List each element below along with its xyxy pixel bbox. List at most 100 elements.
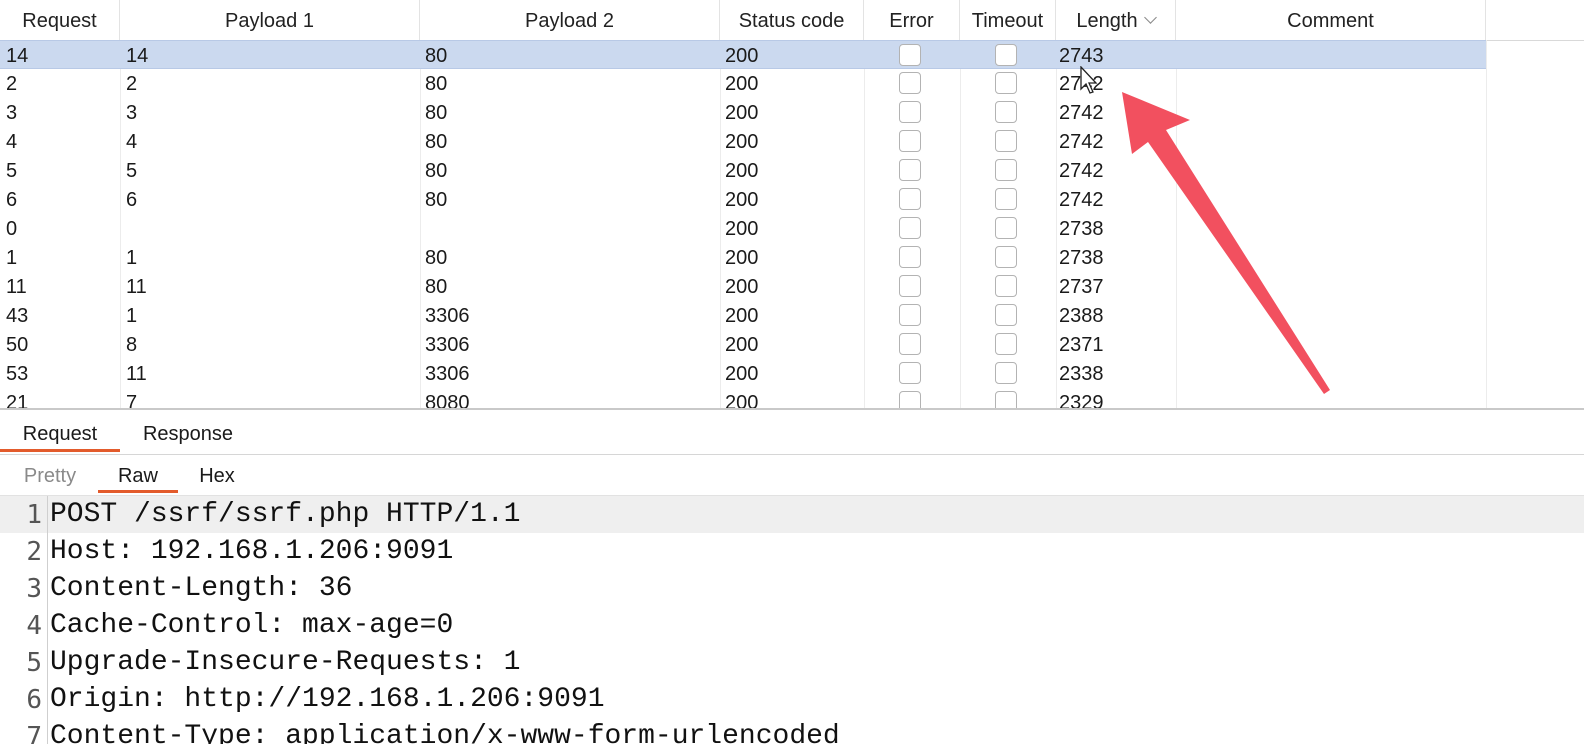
raw-request-editor[interactable]: 1 POST /ssrf/ssrf.php HTTP/1.1 2 Host: 192.… bbox=[0, 496, 1584, 744]
editor-line[interactable]: 3 Content-Length: 36 bbox=[0, 570, 1584, 607]
error-checkbox[interactable] bbox=[899, 159, 921, 181]
column-header-payload2[interactable]: Payload 2 bbox=[420, 0, 720, 40]
timeout-checkbox[interactable] bbox=[995, 217, 1017, 239]
splitter[interactable] bbox=[0, 408, 1584, 410]
cell-payload1: 8 bbox=[126, 334, 138, 356]
cell-request: 3 bbox=[6, 102, 18, 124]
cell-length: 2738 bbox=[1059, 247, 1104, 269]
timeout-checkbox[interactable] bbox=[995, 130, 1017, 152]
column-header-status-code[interactable]: Status code bbox=[720, 0, 864, 40]
cell-payload2: 80 bbox=[425, 73, 448, 95]
line-number: 4 bbox=[26, 611, 42, 641]
cell-payload1: 5 bbox=[126, 160, 138, 182]
cell-status-code: 200 bbox=[725, 160, 759, 182]
cell-length: 2742 bbox=[1059, 160, 1104, 182]
line-number: 2 bbox=[26, 537, 42, 567]
table-row[interactable]: 14 14 80 200 2743 bbox=[0, 40, 1486, 69]
cell-status-code: 200 bbox=[725, 276, 759, 298]
cell-length: 2742 bbox=[1059, 131, 1104, 153]
cell-request: 5 bbox=[6, 160, 18, 182]
error-checkbox[interactable] bbox=[899, 217, 921, 239]
cell-length: 2742 bbox=[1059, 102, 1104, 124]
gutter-divider bbox=[47, 607, 48, 644]
view-tabs: Pretty Raw Hex bbox=[0, 455, 1584, 496]
cell-payload2: 8080 bbox=[425, 392, 470, 410]
cell-payload2: 80 bbox=[425, 102, 448, 124]
cell-payload2: 80 bbox=[425, 45, 448, 67]
cell-length: 2371 bbox=[1059, 334, 1104, 356]
editor-line[interactable]: 4 Cache-Control: max-age=0 bbox=[0, 607, 1584, 644]
cell-payload2: 80 bbox=[425, 131, 448, 153]
timeout-checkbox[interactable] bbox=[995, 188, 1017, 210]
editor-line[interactable]: 6 Origin: http://192.168.1.206:9091 bbox=[0, 681, 1584, 718]
error-checkbox[interactable] bbox=[899, 304, 921, 326]
cell-length: 2338 bbox=[1059, 363, 1104, 385]
editor-line-text: Content-Length: 36 bbox=[50, 573, 353, 604]
gutter-divider bbox=[47, 533, 48, 570]
timeout-checkbox[interactable] bbox=[995, 246, 1017, 268]
timeout-checkbox[interactable] bbox=[995, 362, 1017, 384]
gutter-divider bbox=[47, 681, 48, 718]
editor-line[interactable]: 1 POST /ssrf/ssrf.php HTTP/1.1 bbox=[0, 496, 1584, 533]
column-header-timeout[interactable]: Timeout bbox=[960, 0, 1056, 40]
timeout-checkbox[interactable] bbox=[995, 304, 1017, 326]
cell-payload2: 3306 bbox=[425, 363, 470, 385]
tab-raw[interactable]: Raw bbox=[98, 455, 178, 493]
error-checkbox[interactable] bbox=[899, 362, 921, 384]
cell-status-code: 200 bbox=[725, 363, 759, 385]
cell-payload1: 11 bbox=[126, 276, 147, 298]
gutter-divider bbox=[47, 644, 48, 681]
timeout-checkbox[interactable] bbox=[995, 275, 1017, 297]
timeout-checkbox[interactable] bbox=[995, 101, 1017, 123]
editor-line-text: Cache-Control: max-age=0 bbox=[50, 610, 454, 641]
editor-line-text: Origin: http://192.168.1.206:9091 bbox=[50, 684, 605, 715]
cell-status-code: 200 bbox=[725, 305, 759, 327]
line-number: 6 bbox=[26, 685, 42, 715]
cell-request: 0 bbox=[6, 218, 18, 240]
error-checkbox[interactable] bbox=[899, 72, 921, 94]
gutter-divider bbox=[47, 496, 48, 533]
column-header-error[interactable]: Error bbox=[864, 0, 960, 40]
column-header-request[interactable]: Request bbox=[0, 0, 120, 40]
cell-status-code: 200 bbox=[725, 45, 759, 67]
editor-line[interactable]: 2 Host: 192.168.1.206:9091 bbox=[0, 533, 1584, 570]
cell-request: 11 bbox=[6, 276, 27, 298]
tab-hex[interactable]: Hex bbox=[180, 455, 254, 493]
chevron-down-icon bbox=[1143, 11, 1157, 24]
cell-payload1: 14 bbox=[126, 45, 149, 67]
timeout-checkbox[interactable] bbox=[995, 159, 1017, 181]
column-header-comment[interactable]: Comment bbox=[1176, 0, 1486, 40]
timeout-checkbox[interactable] bbox=[995, 72, 1017, 94]
error-checkbox[interactable] bbox=[899, 101, 921, 123]
error-checkbox[interactable] bbox=[899, 275, 921, 297]
timeout-checkbox[interactable] bbox=[995, 333, 1017, 355]
editor-line[interactable]: 7 Content-Type: application/x-www-form-ur… bbox=[0, 718, 1584, 744]
tab-pretty[interactable]: Pretty bbox=[10, 455, 90, 493]
error-checkbox[interactable] bbox=[899, 246, 921, 268]
tab-response[interactable]: Response bbox=[128, 412, 248, 452]
gutter-divider bbox=[47, 718, 48, 744]
editor-line-text: POST /ssrf/ssrf.php HTTP/1.1 bbox=[50, 499, 521, 530]
arrow-annotation-icon bbox=[1122, 92, 1330, 394]
error-checkbox[interactable] bbox=[899, 333, 921, 355]
error-checkbox[interactable] bbox=[899, 44, 921, 66]
column-header-length[interactable]: Length bbox=[1056, 0, 1176, 40]
cell-length: 2738 bbox=[1059, 218, 1104, 240]
results-table: Request Payload 1 Payload 2 Status code … bbox=[0, 0, 1584, 410]
cell-status-code: 200 bbox=[725, 102, 759, 124]
error-checkbox[interactable] bbox=[899, 188, 921, 210]
editor-line[interactable]: 5 Upgrade-Insecure-Requests: 1 bbox=[0, 644, 1584, 681]
cell-length: 2388 bbox=[1059, 305, 1104, 327]
column-divider bbox=[1486, 40, 1487, 410]
cell-payload2: 80 bbox=[425, 160, 448, 182]
cell-status-code: 200 bbox=[725, 218, 759, 240]
error-checkbox[interactable] bbox=[899, 130, 921, 152]
tab-request[interactable]: Request bbox=[0, 412, 120, 452]
timeout-checkbox[interactable] bbox=[995, 44, 1017, 66]
cell-payload1: 3 bbox=[126, 102, 138, 124]
message-tabs: Request Response bbox=[0, 412, 1584, 455]
column-header-payload1[interactable]: Payload 1 bbox=[120, 0, 420, 40]
cell-request: 53 bbox=[6, 363, 29, 385]
cell-request: 43 bbox=[6, 305, 29, 327]
line-number: 3 bbox=[26, 574, 42, 604]
